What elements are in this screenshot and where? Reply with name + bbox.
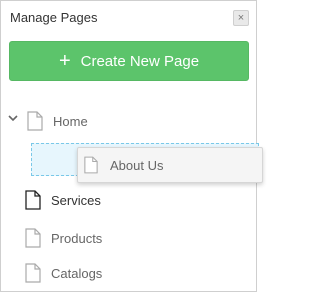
tree-item-label: Catalogs xyxy=(51,265,103,281)
tree-item-products[interactable]: Products xyxy=(25,227,102,249)
create-new-page-button[interactable]: + Create New Page xyxy=(9,41,249,81)
dragging-page-item[interactable]: About Us xyxy=(77,147,263,183)
tree-item-catalogs[interactable]: Catalogs xyxy=(25,262,102,284)
tree-item-label: Home xyxy=(53,113,88,129)
tree-item-label: About Us xyxy=(110,157,164,173)
page-icon xyxy=(27,111,43,131)
tree-item-label: Services xyxy=(51,192,101,208)
close-icon[interactable]: × xyxy=(233,10,249,26)
tree-item-home[interactable]: Home xyxy=(27,110,88,132)
plus-icon: + xyxy=(58,50,71,72)
panel-title: Manage Pages xyxy=(10,10,98,25)
page-icon xyxy=(84,156,98,174)
page-icon xyxy=(25,228,41,248)
tree-item-label: Products xyxy=(51,230,103,246)
create-new-page-label: Create New Page xyxy=(80,52,200,70)
chevron-down-icon[interactable] xyxy=(7,112,19,124)
page-icon xyxy=(25,263,41,283)
tree-item-services[interactable]: Services xyxy=(25,189,101,211)
page-icon xyxy=(25,190,41,210)
manage-pages-panel: Manage Pages × + Create New Page Home Ab… xyxy=(0,0,263,292)
